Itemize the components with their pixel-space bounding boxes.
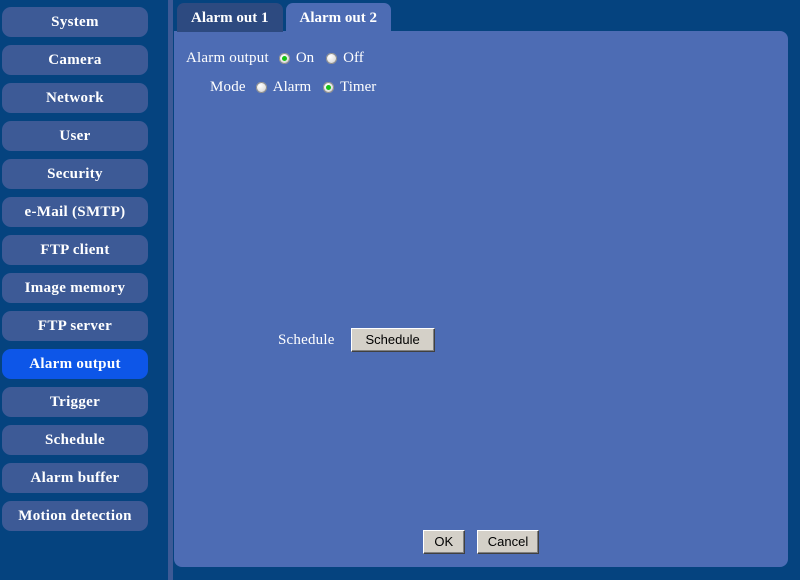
schedule-button[interactable]: Schedule <box>350 328 435 352</box>
sidebar-item-network[interactable]: Network <box>2 83 148 113</box>
radio-button-icon <box>326 53 338 64</box>
sidebar-item-ftp-server[interactable]: FTP server <box>2 311 148 341</box>
footer-button-bar: OK Cancel <box>174 530 788 554</box>
sidebar-item-label: e-Mail (SMTP) <box>24 204 126 220</box>
sidebar-item-trigger[interactable]: Trigger <box>2 387 148 417</box>
sidebar-divider <box>168 0 173 580</box>
mode-radio-group: Alarm Timer <box>255 79 388 96</box>
radio-button-icon <box>255 82 267 93</box>
sidebar-item-image-memory[interactable]: Image memory <box>2 273 148 303</box>
sidebar-item-ftp-client[interactable]: FTP client <box>2 235 148 265</box>
sidebar-item-alarm-buffer[interactable]: Alarm buffer <box>2 463 148 493</box>
radio-label: Timer <box>340 79 377 95</box>
schedule-row: Schedule Schedule <box>278 328 435 352</box>
ok-button[interactable]: OK <box>422 530 465 554</box>
sidebar-item-label: FTP client <box>40 242 110 258</box>
sidebar-item-alarm-output[interactable]: Alarm output <box>2 349 148 379</box>
alarm-output-row: Alarm output On Off <box>186 50 376 67</box>
cancel-button[interactable]: Cancel <box>476 530 540 554</box>
sidebar-item-label: Camera <box>48 52 102 68</box>
radio-button-icon <box>323 82 335 93</box>
sidebar-item-label: Schedule <box>45 432 105 448</box>
radio-label: Alarm <box>272 79 312 95</box>
sidebar-item-label: Motion detection <box>18 508 132 524</box>
alarm-output-radio-group: On Off <box>278 50 376 67</box>
sidebar-item-camera[interactable]: Camera <box>2 45 148 75</box>
sidebar-item-motion-detection[interactable]: Motion detection <box>2 501 148 531</box>
tab-label: Alarm out 2 <box>299 10 378 26</box>
sidebar-item-label: Image memory <box>24 280 126 296</box>
sidebar-item-system[interactable]: System <box>2 7 148 37</box>
sidebar-item-security[interactable]: Security <box>2 159 148 189</box>
sidebar-item-label: Security <box>47 166 103 182</box>
radio-off[interactable]: Off <box>326 50 364 67</box>
radio-button-icon <box>278 53 290 64</box>
sidebar-item-e-mail-smtp[interactable]: e-Mail (SMTP) <box>2 197 148 227</box>
sidebar-item-user[interactable]: User <box>2 121 148 151</box>
tab-alarm-out-2[interactable]: Alarm out 2 <box>285 3 391 32</box>
sidebar-item-label: User <box>59 128 91 144</box>
radio-on[interactable]: On <box>278 50 315 67</box>
mode-row: Mode Alarm Timer <box>186 79 388 96</box>
sidebar-navigation: System Camera Network User Security e-Mail (S… <box>0 0 160 580</box>
sidebar-item-label: Trigger <box>49 394 101 410</box>
sidebar-item-label: System <box>51 14 99 30</box>
tab-bar: Alarm out 1 Alarm out 2 <box>177 3 391 32</box>
tab-alarm-out-1[interactable]: Alarm out 1 <box>177 3 283 32</box>
radio-alarm[interactable]: Alarm <box>255 79 312 96</box>
sidebar-item-label: Network <box>46 90 104 106</box>
settings-panel: Alarm output On Off Mode Alarm Timer Sched… <box>174 31 788 567</box>
sidebar-item-label: Alarm buffer <box>30 470 120 486</box>
alarm-output-label: Alarm output <box>186 50 269 66</box>
radio-label: On <box>295 50 315 66</box>
sidebar-item-label: FTP server <box>37 318 113 334</box>
tab-label: Alarm out 1 <box>191 10 269 26</box>
mode-label: Mode <box>210 79 246 95</box>
schedule-label: Schedule <box>278 331 335 348</box>
radio-timer[interactable]: Timer <box>323 79 376 96</box>
sidebar-item-schedule[interactable]: Schedule <box>2 425 148 455</box>
radio-label: Off <box>343 50 364 66</box>
sidebar-item-label: Alarm output <box>29 356 121 372</box>
